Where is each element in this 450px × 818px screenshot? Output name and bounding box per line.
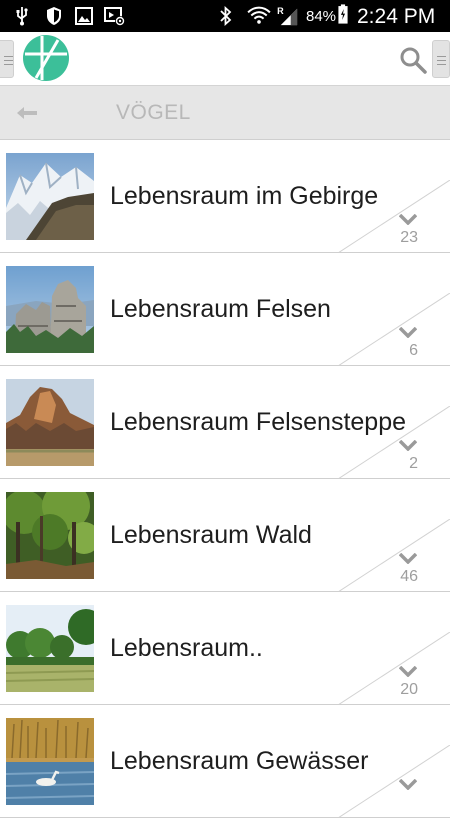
- right-drawer-handle[interactable]: [432, 40, 450, 78]
- list-item[interactable]: Lebensraum Felsen 6: [0, 253, 450, 366]
- habitat-thumbnail: [6, 379, 94, 466]
- list-item[interactable]: Lebensraum.. 20: [0, 592, 450, 705]
- bluetooth-icon: [220, 6, 232, 26]
- chevron-down-icon[interactable]: [399, 779, 417, 790]
- chevron-down-icon[interactable]: [399, 440, 417, 451]
- item-count: 46: [400, 568, 418, 585]
- back-arrow-icon[interactable]: [14, 102, 40, 124]
- list-item-label: Lebensraum Gewässer: [110, 747, 369, 775]
- signal-icon: R: [277, 6, 298, 26]
- chevron-down-icon[interactable]: [399, 327, 417, 338]
- item-corner-decoration: [338, 745, 450, 817]
- search-icon[interactable]: [399, 46, 427, 74]
- usb-icon: [16, 7, 28, 26]
- chevron-down-icon[interactable]: [399, 214, 417, 225]
- item-corner-decoration: [338, 406, 450, 478]
- list-item[interactable]: Lebensraum Felsensteppe 2: [0, 366, 450, 479]
- habitat-thumbnail: [6, 153, 94, 240]
- habitat-thumbnail: [6, 718, 94, 805]
- left-drawer-handle[interactable]: [0, 40, 14, 78]
- app-bar: [0, 32, 450, 86]
- battery-icon: [338, 4, 348, 24]
- list-item[interactable]: Lebensraum Wald 46: [0, 479, 450, 592]
- image-icon: [75, 7, 93, 25]
- svg-text:R: R: [277, 6, 284, 16]
- habitat-thumbnail: [6, 605, 94, 692]
- battery-percent: 84%: [306, 8, 337, 25]
- list-item-label: Lebensraum..: [110, 634, 263, 662]
- status-bar: R 84% 2:24 PM: [0, 0, 450, 32]
- wifi-icon: [247, 6, 271, 24]
- sub-header: VÖGEL: [0, 86, 450, 140]
- item-corner-decoration: [338, 180, 450, 252]
- shield-icon: [47, 7, 61, 25]
- page-title: VÖGEL: [116, 101, 191, 124]
- list-item[interactable]: Lebensraum im Gebirge 23: [0, 140, 450, 253]
- item-count: 20: [400, 681, 418, 698]
- item-count: 23: [400, 229, 418, 246]
- list-item-label: Lebensraum Felsen: [110, 295, 331, 323]
- habitat-thumbnail: [6, 492, 94, 579]
- item-corner-decoration: [338, 632, 450, 704]
- cast-icon: [104, 7, 125, 26]
- item-count: 6: [409, 342, 418, 359]
- app-logo[interactable]: [22, 34, 70, 82]
- habitat-thumbnail: [6, 266, 94, 353]
- chevron-down-icon[interactable]: [399, 666, 417, 677]
- clock: 2:24 PM: [357, 5, 436, 28]
- chevron-down-icon[interactable]: [399, 553, 417, 564]
- item-corner-decoration: [338, 519, 450, 591]
- list-item-label: Lebensraum Wald: [110, 521, 312, 549]
- item-count: 2: [409, 455, 418, 472]
- list-item[interactable]: Lebensraum Gewässer: [0, 705, 450, 818]
- item-corner-decoration: [338, 293, 450, 365]
